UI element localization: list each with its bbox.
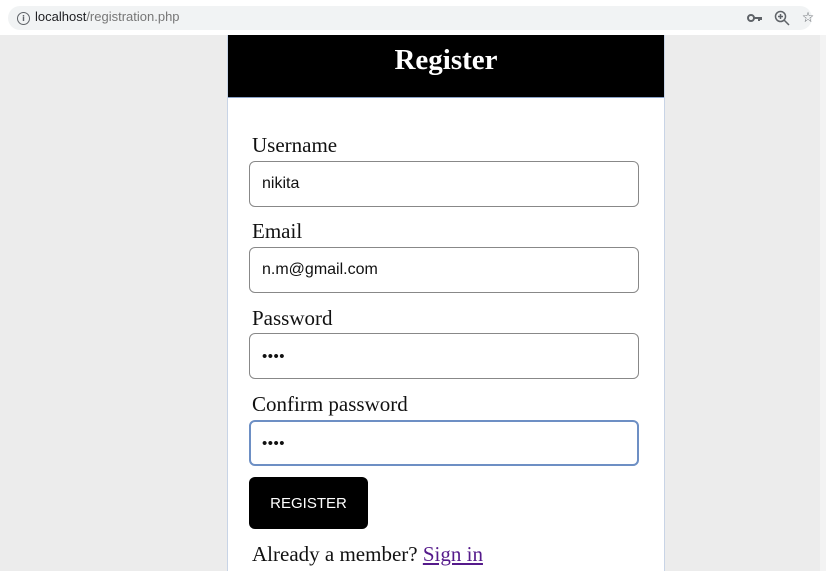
signin-prompt: Already a member? Sign in	[252, 542, 483, 567]
username-label: Username	[252, 133, 338, 157]
signin-link[interactable]: Sign in	[423, 542, 483, 566]
email-input[interactable]	[249, 247, 639, 293]
browser-address-bar: i localhost/registration.php ☆	[0, 0, 826, 35]
star-icon[interactable]: ☆	[799, 9, 817, 27]
password-label: Password	[252, 306, 333, 330]
register-card: Register Username Email Password Confirm…	[227, 35, 665, 571]
password-input[interactable]	[249, 333, 639, 379]
scrollbar[interactable]	[820, 35, 826, 571]
confirm-password-label: Confirm password	[252, 392, 408, 416]
url-text[interactable]: localhost/registration.php	[35, 9, 180, 24]
confirm-password-input[interactable]	[249, 420, 639, 466]
page-title: Register	[394, 44, 498, 76]
url-host: localhost	[35, 9, 87, 24]
member-prompt-text: Already a member?	[252, 542, 418, 566]
username-input[interactable]	[249, 161, 639, 207]
card-header: Register	[228, 35, 664, 98]
key-icon[interactable]	[746, 9, 764, 27]
email-label: Email	[252, 219, 303, 243]
info-icon[interactable]: i	[17, 12, 30, 25]
url-path: /registration.php	[86, 9, 180, 24]
register-button[interactable]: REGISTER	[249, 477, 368, 529]
zoom-icon[interactable]	[773, 9, 791, 27]
